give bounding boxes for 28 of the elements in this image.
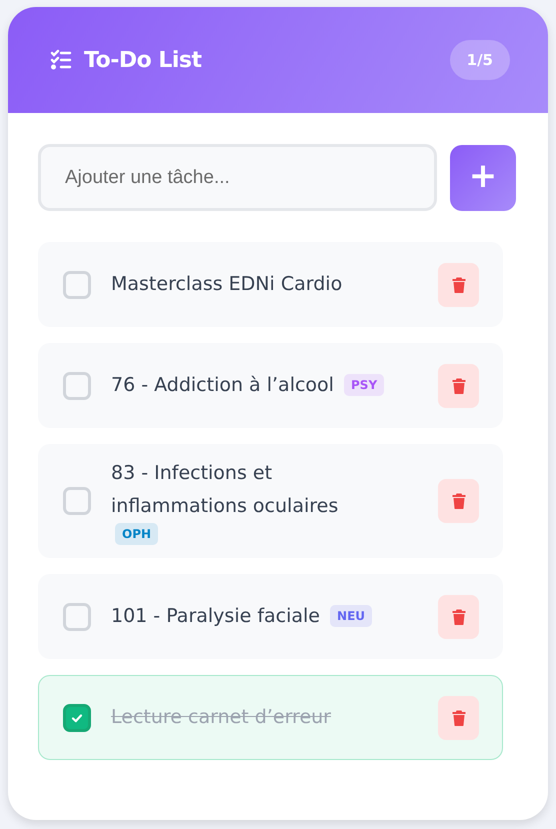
delete-button[interactable] (438, 594, 479, 638)
delete-button[interactable] (438, 262, 479, 306)
trash-icon (452, 276, 466, 292)
app-title: To-Do List (84, 48, 202, 72)
trash-icon (452, 493, 466, 509)
task-checkbox[interactable] (63, 372, 91, 400)
category-tag: PSY (344, 374, 384, 396)
trash-icon (452, 710, 466, 726)
checklist-icon (50, 49, 72, 71)
add-button[interactable]: + (450, 144, 516, 210)
task-checkbox[interactable] (63, 602, 91, 630)
task-text: 76 - Addiction à l’alcool (111, 373, 334, 398)
task-counter: 1/5 (450, 40, 510, 80)
task-text: Lecture carnet d’erreur (111, 705, 331, 730)
task-text: 101 - Paralysie faciale (111, 604, 320, 629)
task-checkbox[interactable] (63, 704, 91, 732)
delete-button[interactable] (438, 479, 479, 523)
category-tag: NEU (330, 605, 372, 627)
category-tag: OPH (115, 523, 158, 545)
task-input-field[interactable]: Ajouter une tâche... (38, 144, 437, 211)
delete-button[interactable] (438, 364, 479, 408)
trash-icon (452, 378, 466, 394)
task-checkbox[interactable] (63, 270, 91, 298)
task-text: 83 - Infections et inflammations oculaires (111, 461, 340, 519)
delete-button[interactable] (438, 696, 479, 740)
task-checkbox[interactable] (63, 487, 91, 515)
trash-icon (452, 608, 466, 624)
task-text: Masterclass EDNi Cardio (111, 272, 342, 297)
